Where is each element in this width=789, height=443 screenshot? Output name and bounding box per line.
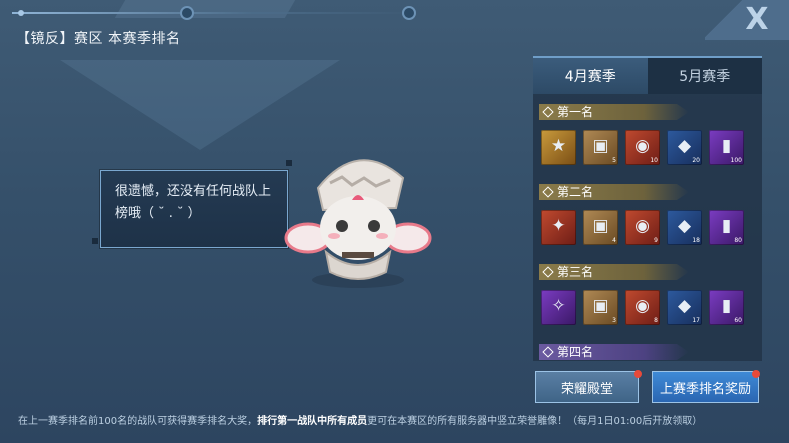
mascot-character-icon bbox=[284, 159, 432, 288]
top-decor-dot bbox=[18, 10, 24, 16]
top-decor-dot bbox=[180, 6, 194, 20]
season-tabs: 4月赛季 5月赛季 bbox=[533, 58, 762, 94]
robot-chest-icon[interactable]: ◉ 8 bbox=[625, 290, 660, 325]
reward-list-first: ★ ▣ 5 ◉ 10 ◆ 20 ▮ 100 bbox=[541, 130, 744, 165]
gold-ingot-icon[interactable]: ◆ 18 bbox=[667, 210, 702, 245]
background-stripe bbox=[114, 0, 296, 18]
pink-medal-icon[interactable]: ✧ bbox=[541, 290, 576, 325]
footer-highlight: 排行第一战队中所有成员 bbox=[257, 416, 368, 427]
diamond-icon bbox=[542, 346, 554, 358]
gold-medal-icon[interactable]: ★ bbox=[541, 130, 576, 165]
crate-icon[interactable]: ▣ 5 bbox=[583, 130, 618, 165]
rank-title: 第四名 bbox=[557, 345, 594, 359]
notification-dot bbox=[634, 370, 642, 378]
page-title: 【镜反】赛区 本赛季排名 bbox=[16, 31, 181, 47]
footer-text: 在上一赛季排名前100名的战队可获得赛季排名大奖， bbox=[18, 416, 258, 427]
close-icon[interactable]: X bbox=[739, 4, 775, 36]
last-season-rewards-button[interactable]: 上赛季排名奖励 bbox=[652, 371, 759, 403]
purple-card-icon[interactable]: ▮ 60 bbox=[709, 290, 744, 325]
tab-april-season[interactable]: 4月赛季 bbox=[533, 58, 648, 94]
diamond-icon bbox=[542, 186, 554, 198]
robot-chest-icon[interactable]: ◉ 9 bbox=[625, 210, 660, 245]
footer-note: 在上一赛季排名前100名的战队可获得赛季排名大奖，排行第一战队中所有成员更可在本… bbox=[18, 412, 702, 427]
honor-hall-button[interactable]: 荣耀殿堂 bbox=[535, 371, 639, 403]
rank-header-first: 第一名 bbox=[539, 104, 689, 120]
rank-title: 第三名 bbox=[557, 265, 594, 279]
footer-text: 更可在本赛区的所有服务器中竖立荣誉雕像！（每月1日01:00后开放领取） bbox=[367, 416, 703, 427]
rank-header-second: 第二名 bbox=[539, 184, 689, 200]
rank-header-third: 第三名 bbox=[539, 264, 689, 280]
top-decor-line bbox=[12, 12, 412, 14]
robot-chest-icon[interactable]: ◉ 10 bbox=[625, 130, 660, 165]
rank-header-fourth: 第四名 bbox=[539, 344, 689, 360]
notification-dot bbox=[752, 370, 760, 378]
purple-card-icon[interactable]: ▮ 100 bbox=[709, 130, 744, 165]
bubble-decor-dot bbox=[92, 238, 98, 244]
rank-title: 第二名 bbox=[557, 185, 594, 199]
diamond-icon bbox=[542, 266, 554, 278]
speech-bubble: 很遗憾，还没有任何战队上榜哦（ ˘ . ˘ ） bbox=[100, 170, 288, 248]
background-triangle bbox=[60, 60, 340, 150]
diamond-icon bbox=[542, 106, 554, 118]
crate-icon[interactable]: ▣ 4 bbox=[583, 210, 618, 245]
empty-ranking-message: 很遗憾，还没有任何战队上榜哦（ ˘ . ˘ ） bbox=[115, 184, 272, 221]
reward-list-third: ✧ ▣ 3 ◉ 8 ◆ 17 ▮ 60 bbox=[541, 290, 744, 325]
rank-title: 第一名 bbox=[557, 105, 594, 119]
reward-list-second: ✦ ▣ 4 ◉ 9 ◆ 18 ▮ 80 bbox=[541, 210, 744, 245]
silver-medal-icon[interactable]: ✦ bbox=[541, 210, 576, 245]
top-decor-dot bbox=[402, 6, 416, 20]
crate-icon[interactable]: ▣ 3 bbox=[583, 290, 618, 325]
tab-may-season[interactable]: 5月赛季 bbox=[647, 58, 762, 94]
ranking-panel: 4月赛季 5月赛季 第一名 ★ ▣ 5 ◉ 10 ◆ 20 ▮ 100 第二名 ✦ ▣ 4… bbox=[533, 56, 762, 361]
purple-card-icon[interactable]: ▮ 80 bbox=[709, 210, 744, 245]
gold-ingot-icon[interactable]: ◆ 17 bbox=[667, 290, 702, 325]
gold-ingot-icon[interactable]: ◆ 20 bbox=[667, 130, 702, 165]
